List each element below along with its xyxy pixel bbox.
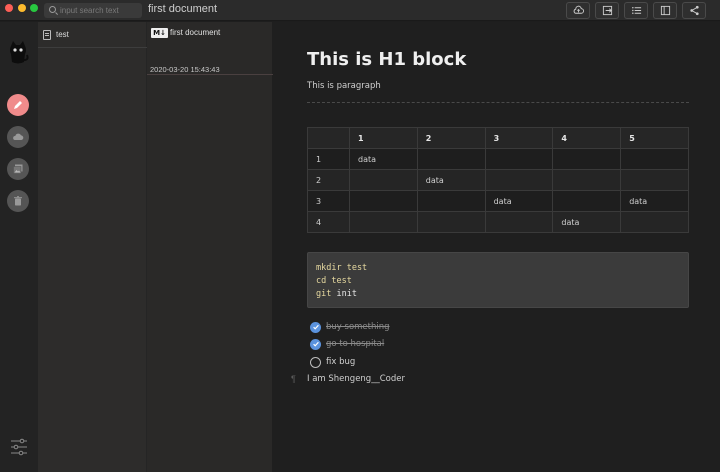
table-cell[interactable]: 4: [307, 211, 350, 233]
search-input[interactable]: input search text: [44, 3, 142, 18]
upload-icon: [573, 5, 584, 14]
cloud-button[interactable]: [7, 126, 29, 148]
table-header-cell[interactable]: 5: [620, 127, 689, 149]
document-date: 2020-03-20 15:43:43: [150, 65, 220, 74]
table-cell[interactable]: data: [484, 190, 554, 212]
images-button[interactable]: [7, 158, 29, 180]
table-cell[interactable]: [349, 169, 418, 191]
checkmark-icon: [312, 341, 319, 347]
layout-icon: [660, 5, 670, 16]
task-item[interactable]: buy something: [310, 320, 390, 334]
code-line: git init: [316, 288, 680, 301]
export-icon: [602, 5, 612, 16]
table-cell[interactable]: 1: [307, 148, 350, 170]
table-row: 1 data: [307, 148, 689, 170]
left-rail: [0, 22, 38, 472]
table-cell[interactable]: [484, 148, 554, 170]
table-cell[interactable]: [552, 169, 622, 191]
table-cell[interactable]: [416, 211, 486, 233]
paragraph[interactable]: I am Shengeng__Coder: [307, 374, 405, 384]
horizontal-rule: [307, 102, 689, 103]
cloud-icon: [13, 133, 24, 140]
document-name: first document: [170, 28, 221, 37]
document-title: first document: [148, 3, 218, 15]
table-header-cell[interactable]: 4: [552, 127, 622, 149]
trash-icon: [14, 196, 22, 206]
table-cell[interactable]: [552, 190, 622, 212]
markdown-icon: M↓: [151, 28, 168, 38]
table-cell[interactable]: data: [552, 211, 622, 233]
unchecked-checkbox[interactable]: [310, 356, 321, 368]
table-cell[interactable]: data: [349, 148, 418, 170]
checked-checkbox[interactable]: [310, 321, 321, 333]
zoom-window-button[interactable]: [30, 4, 38, 12]
table-row: 2 data: [307, 169, 689, 191]
checkmark-icon: [312, 324, 319, 330]
export-button[interactable]: [595, 2, 619, 19]
table-cell[interactable]: 2: [307, 169, 350, 191]
task-item[interactable]: go to hospital: [310, 337, 384, 351]
images-icon: [13, 164, 23, 174]
table-cell[interactable]: [416, 148, 486, 170]
table-cell[interactable]: [484, 211, 554, 233]
minimize-window-button[interactable]: [18, 4, 26, 12]
table-cell[interactable]: [349, 190, 418, 212]
heading-h1[interactable]: This is H1 block: [307, 49, 466, 70]
settings-sliders-icon[interactable]: [10, 438, 28, 456]
outline-list-icon: [631, 7, 641, 14]
table-cell[interactable]: [620, 211, 689, 233]
table-row: 3 data data: [307, 190, 689, 212]
table-header-row: 1 2 3 4 5: [307, 127, 689, 149]
data-table[interactable]: 1 2 3 4 5 1 data 2 data 3 data data 4 da…: [307, 127, 689, 233]
table-cell[interactable]: data: [620, 190, 689, 212]
edit-button[interactable]: [7, 94, 29, 116]
table-cell[interactable]: [620, 169, 689, 191]
trash-button[interactable]: [7, 190, 29, 212]
edit-icon: [14, 101, 22, 109]
title-bar: input search text first document: [0, 0, 720, 21]
search-icon: [49, 6, 56, 13]
table-cell[interactable]: [552, 148, 622, 170]
table-cell[interactable]: [620, 148, 689, 170]
outline-button[interactable]: [624, 2, 648, 19]
code-block[interactable]: mkdir test cd test git init: [307, 252, 689, 308]
pilcrow-icon: ¶: [291, 374, 296, 384]
upload-button[interactable]: [566, 2, 590, 19]
cat-logo-icon: [10, 41, 29, 64]
document-list-item[interactable]: M↓ first document 2020-03-20 15:43:43: [147, 22, 273, 75]
share-icon: [689, 5, 699, 16]
editor-pane[interactable]: This is H1 block This is paragraph 1 2 3…: [273, 22, 720, 472]
share-button[interactable]: [682, 2, 706, 19]
close-window-button[interactable]: [5, 4, 13, 12]
table-cell[interactable]: data: [416, 169, 486, 191]
code-argument: init: [336, 289, 357, 299]
code-line: mkdir test: [316, 263, 368, 273]
folder-item[interactable]: test: [38, 22, 147, 48]
paragraph[interactable]: This is paragraph: [307, 81, 381, 91]
code-keyword: git: [316, 289, 332, 299]
task-text: go to hospital: [326, 339, 385, 349]
task-item[interactable]: fix bug: [310, 355, 355, 369]
table-header-cell[interactable]: 1: [349, 127, 418, 149]
table-cell[interactable]: 3: [307, 190, 350, 212]
notebook-icon: [43, 30, 51, 40]
folder-label: test: [56, 30, 69, 39]
table-cell[interactable]: [416, 190, 486, 212]
task-text: fix bug: [326, 357, 356, 367]
table-header-cell[interactable]: 2: [416, 127, 486, 149]
folder-panel: test: [38, 22, 147, 472]
table-cell[interactable]: [349, 211, 418, 233]
search-placeholder: input search text: [60, 6, 119, 15]
table-cell[interactable]: [484, 169, 554, 191]
task-text: buy something: [326, 322, 390, 332]
table-row: 4 data: [307, 211, 689, 233]
code-line: cd test: [316, 276, 352, 286]
table-header-cell[interactable]: 3: [484, 127, 554, 149]
document-list: M↓ first document 2020-03-20 15:43:43: [147, 22, 273, 472]
checked-checkbox[interactable]: [310, 338, 321, 350]
layout-button[interactable]: [653, 2, 677, 19]
table-header-cell[interactable]: [307, 127, 350, 149]
